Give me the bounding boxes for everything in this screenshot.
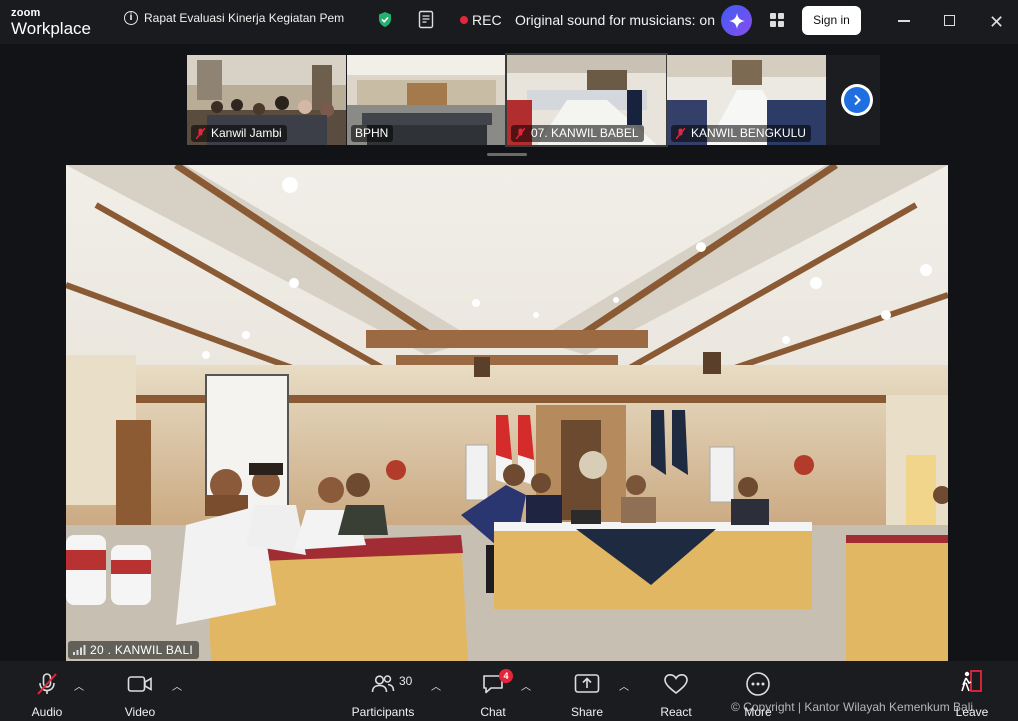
chat-label: Chat (480, 705, 506, 719)
logo-line-2: Workplace (11, 19, 91, 38)
title-bar: zoom Workplace i Rapat Evaluasi Kinerja … (0, 0, 1018, 44)
react-label: React (660, 705, 692, 719)
meeting-room-scene (66, 165, 948, 661)
chevron-right-icon (854, 94, 861, 106)
minimize-icon[interactable] (898, 20, 910, 22)
participant-name-label: Kanwil Jambi (191, 125, 287, 142)
close-icon[interactable]: ✕ (989, 13, 1004, 31)
participant-name: KANWIL BENGKULU (691, 126, 806, 140)
active-speaker-label: 20 . KANWIL BALI (68, 641, 200, 659)
more-dots-icon (746, 672, 770, 696)
mic-muted-icon (676, 128, 685, 139)
participant-name: Kanwil Jambi (211, 126, 282, 140)
video-camera-icon (127, 676, 152, 692)
recording-dot-icon (460, 16, 468, 24)
participant-tile[interactable]: 07. KANWIL BABEL (505, 53, 668, 147)
mic-muted-icon (516, 128, 525, 139)
participants-options-caret-icon[interactable]: ︿ (431, 678, 441, 693)
gallery-resize-handle[interactable] (487, 153, 527, 156)
participant-tile[interactable]: BPHN (347, 55, 506, 145)
chat-unread-badge: 4 (499, 669, 513, 683)
mic-muted-icon (37, 673, 57, 695)
connection-signal-icon (73, 645, 86, 655)
encryption-shield-icon[interactable] (377, 11, 393, 33)
audio-options-caret-icon[interactable]: ︿ (74, 678, 84, 693)
meeting-info-icon[interactable]: i (124, 11, 138, 25)
apps-grid-icon[interactable] (769, 12, 785, 33)
maximize-icon[interactable] (944, 15, 955, 26)
participant-tile[interactable]: Kanwil Jambi (187, 55, 346, 145)
participant-name-label: KANWIL BENGKULU (671, 125, 811, 142)
main-speaker-video[interactable] (66, 165, 948, 661)
participant-name: 07. KANWIL BABEL (531, 126, 639, 140)
participants-label: Participants (351, 705, 415, 719)
participant-name-label: BPHN (351, 125, 394, 142)
participant-name-label: 07. KANWIL BABEL (511, 125, 644, 142)
sparkle-icon (728, 12, 745, 29)
zoom-meeting-window: zoom Workplace i Rapat Evaluasi Kinerja … (0, 0, 1018, 721)
logo-line-1: zoom (11, 7, 41, 19)
video-options-caret-icon[interactable]: ︿ (172, 678, 182, 693)
share-screen-icon (574, 674, 600, 693)
share-label: Share (570, 705, 604, 719)
participants-count: 30 (399, 674, 413, 688)
react-button[interactable]: React (656, 661, 696, 721)
ai-companion-button[interactable] (721, 5, 752, 36)
original-sound-status[interactable]: Original sound for musicians: on (515, 12, 715, 28)
participants-icon (371, 675, 395, 693)
share-options-caret-icon[interactable]: ︿ (619, 678, 629, 693)
participants-button[interactable]: Participants (351, 661, 415, 721)
participant-name: BPHN (355, 126, 389, 140)
recording-label[interactable]: REC (472, 12, 502, 28)
gallery-next-button[interactable] (841, 84, 873, 116)
video-button[interactable]: Video (118, 661, 162, 721)
leave-door-icon[interactable] (958, 669, 984, 700)
active-speaker-name: 20 . KANWIL BALI (90, 643, 194, 657)
meeting-summary-icon[interactable] (418, 10, 436, 34)
mic-muted-icon (196, 128, 205, 139)
audio-label: Audio (31, 705, 63, 719)
sign-in-button[interactable]: Sign in (802, 6, 861, 35)
participant-tile[interactable]: KANWIL BENGKULU (667, 55, 826, 145)
copyright-watermark: © Copyright | Kantor Wilayah Kemenkum Ba… (731, 700, 974, 714)
heart-icon (664, 673, 688, 695)
meeting-title[interactable]: Rapat Evaluasi Kinerja Kegiatan Pemb (144, 11, 344, 25)
zoom-workplace-logo: zoom Workplace (11, 7, 91, 38)
chat-options-caret-icon[interactable]: ︿ (521, 678, 531, 693)
gallery-strip: Kanwil Jambi BPHN 07. KANWIL BABEL KANWI… (187, 53, 880, 147)
audio-button[interactable]: Audio (25, 661, 69, 721)
video-label: Video (124, 705, 156, 719)
share-button[interactable]: Share (567, 661, 607, 721)
